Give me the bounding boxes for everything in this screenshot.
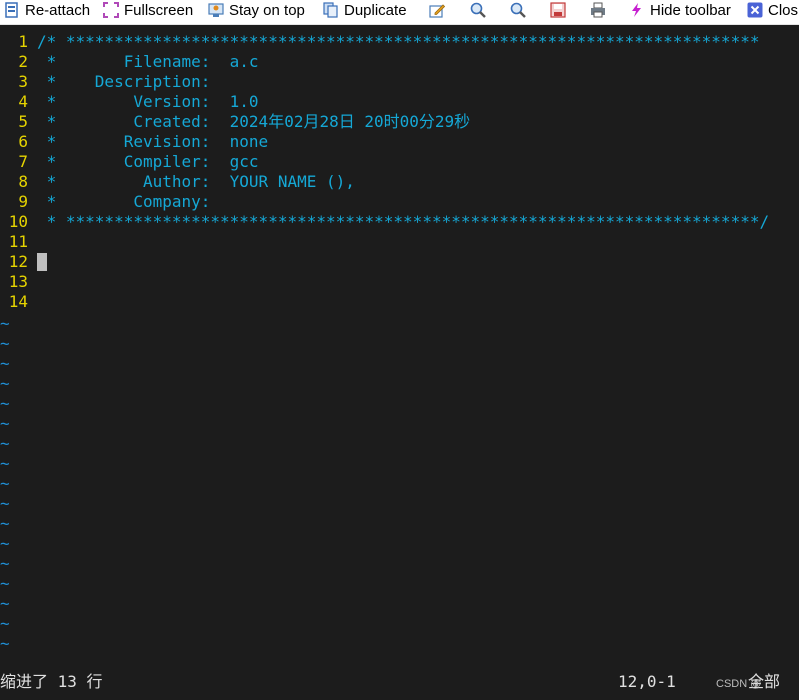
line-text: * Company: <box>37 192 211 211</box>
zoom-out-icon <box>510 2 526 18</box>
empty-line-marker: ~ <box>0 394 10 413</box>
empty-line-marker: ~ <box>0 574 10 593</box>
reattach-button[interactable]: Re-attach <box>4 0 90 20</box>
save-icon <box>550 2 566 18</box>
line-number: 8 <box>18 172 28 191</box>
duplicate-icon <box>323 2 339 18</box>
empty-line-marker: ~ <box>0 414 10 433</box>
zoom-in-button[interactable] <box>470 0 491 20</box>
empty-line-marker: ~ <box>0 434 10 453</box>
empty-line-marker: ~ <box>0 354 10 373</box>
reattach-label: Re-attach <box>25 1 91 19</box>
window-toolbar: Re-attach Fullscreen Stay on top Duplica… <box>0 0 799 25</box>
edit-button[interactable] <box>429 0 450 20</box>
line-text: * **************************************… <box>37 212 770 231</box>
lightning-icon <box>629 2 645 18</box>
stay-on-top-button[interactable]: Stay on top <box>208 0 305 20</box>
fullscreen-icon <box>103 2 119 18</box>
stay-on-top-label: Stay on top <box>229 1 305 19</box>
hide-toolbar-label: Hide toolbar <box>650 1 731 19</box>
line-number: 6 <box>18 132 28 151</box>
empty-line-marker: ~ <box>0 634 10 653</box>
line-number: 14 <box>8 292 28 311</box>
empty-line-marker: ~ <box>0 314 10 333</box>
line-number: 9 <box>18 192 28 211</box>
line-number: 4 <box>18 92 28 111</box>
line-text: * Filename: a.c <box>37 52 259 71</box>
watermark: CSDN @ <box>716 678 762 690</box>
status-message: 缩进了 13 行 <box>0 672 103 691</box>
close-icon <box>747 2 763 18</box>
line-number: 1 <box>18 32 28 51</box>
line-number: 5 <box>18 112 28 131</box>
vim-editor[interactable]: 1 /* ************************************… <box>0 24 799 670</box>
close-label: Clos <box>768 1 799 19</box>
empty-line-marker: ~ <box>0 534 10 553</box>
line-text: * Compiler: gcc <box>37 152 259 171</box>
duplicate-button[interactable]: Duplicate <box>323 0 407 20</box>
close-button[interactable]: Clos <box>747 0 798 20</box>
hide-toolbar-button[interactable]: Hide toolbar <box>629 0 731 20</box>
empty-line-marker: ~ <box>0 594 10 613</box>
fullscreen-label: Fullscreen <box>124 1 194 19</box>
fullscreen-button[interactable]: Fullscreen <box>103 0 193 20</box>
edit-icon <box>429 2 445 18</box>
duplicate-label: Duplicate <box>344 1 407 19</box>
empty-line-marker: ~ <box>0 474 10 493</box>
pin-icon <box>208 2 224 18</box>
empty-line-marker: ~ <box>0 614 10 633</box>
line-text: * Author: YOUR NAME (), <box>37 172 355 191</box>
cursor-position: 12,0-1 <box>618 672 676 691</box>
line-number: 11 <box>8 232 28 251</box>
line-number: 7 <box>18 152 28 171</box>
reattach-icon <box>4 2 20 18</box>
text-cursor <box>37 253 47 271</box>
empty-line-marker: ~ <box>0 454 10 473</box>
empty-line-marker: ~ <box>0 514 10 533</box>
line-text: /* *************************************… <box>37 32 760 51</box>
line-number: 3 <box>18 72 28 91</box>
save-button[interactable] <box>550 0 571 20</box>
line-text: * Version: 1.0 <box>37 92 259 111</box>
line-number: 2 <box>18 52 28 71</box>
empty-line-marker: ~ <box>0 334 10 353</box>
line-text: * Revision: none <box>37 132 269 151</box>
line-number: 10 <box>8 212 28 231</box>
zoom-in-icon <box>470 2 486 18</box>
line-number: 12 <box>8 252 28 271</box>
empty-line-marker: ~ <box>0 554 10 573</box>
print-button[interactable] <box>590 0 611 20</box>
empty-line-marker: ~ <box>0 374 10 393</box>
line-text: * Created: 2024年02月28日 20时00分29秒 <box>37 112 471 131</box>
line-number: 13 <box>8 272 28 291</box>
empty-line-marker: ~ <box>0 494 10 513</box>
line-text: * Description: <box>37 72 211 91</box>
print-icon <box>590 2 606 18</box>
zoom-out-button[interactable] <box>510 0 531 20</box>
